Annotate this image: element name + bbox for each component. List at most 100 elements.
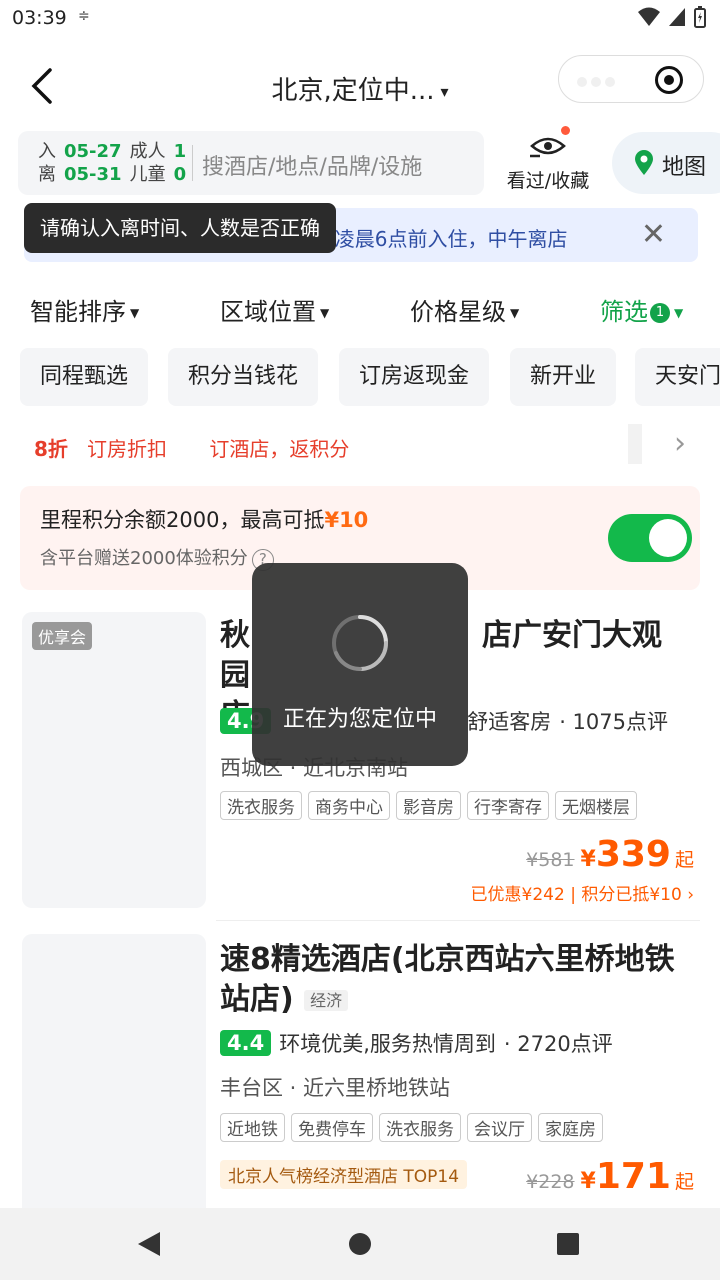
close-icon[interactable]: ✕ (641, 220, 666, 250)
city-title[interactable]: 北京,定位中... ▾ (200, 70, 520, 107)
android-nav-bar (0, 1208, 720, 1280)
promo-fade (628, 424, 642, 464)
chip-cashback[interactable]: 订房返现金 (339, 348, 490, 406)
price-from-label: 起 (674, 849, 694, 871)
amenity-tag: 商务中心 (308, 791, 390, 820)
filter-bar: 智能排序 ▼ 区域位置 ▼ 价格星级 ▼ 筛选 1 ▼ (0, 286, 720, 336)
hotel-rating-row: 4.4 环境优美,服务热情周到 · 2720点评 (220, 1028, 613, 1058)
checkin-label: 入 (38, 141, 56, 162)
caret-down-icon: ▼ (510, 306, 520, 320)
status-time: 03:39 (12, 7, 67, 29)
amenity-tag: 行李寄存 (467, 791, 549, 820)
hotel-amenities: 洗衣服务 商务中心 影音房 行李寄存 无烟楼层 (220, 791, 637, 820)
caret-down-icon: ▼ (320, 306, 330, 320)
close-target-icon[interactable] (655, 66, 683, 94)
currency-symbol: ¥ (580, 847, 596, 872)
chevron-right-icon[interactable]: › (674, 426, 686, 461)
signal-icon (669, 8, 685, 26)
amenity-tag: 免费停车 (291, 1113, 373, 1142)
card-divider (216, 920, 700, 921)
date-confirm-tooltip: 请确认入离时间、人数是否正确 (24, 203, 336, 253)
filter-sort[interactable]: 智能排序 ▼ (30, 292, 139, 327)
points-toggle[interactable] (608, 514, 692, 562)
checkout-label: 离 (38, 164, 56, 185)
rating-score: 4.4 (220, 1030, 272, 1056)
loading-spinner-icon (332, 615, 388, 671)
data-saver-icon: ≑ (78, 8, 90, 24)
battery-icon (694, 6, 706, 28)
amenity-tag: 洗衣服务 (220, 791, 302, 820)
mini-program-capsule[interactable] (558, 55, 704, 103)
more-icon[interactable] (577, 72, 627, 87)
viewed-favorites-button[interactable]: 看过/收藏 (498, 126, 598, 193)
member-tag: 优享会 (32, 622, 93, 650)
filter-area[interactable]: 区域位置 ▼ (220, 292, 329, 327)
chip-tiananmen[interactable]: 天安门 (635, 348, 720, 406)
points-balance-text: 里程积分余额2000，最高可抵 (40, 508, 325, 532)
hotel-category-tag: 经济 (304, 989, 349, 1011)
promo-discount: 8折 (34, 437, 68, 461)
date-guest-selector[interactable]: 入 05-27 成人 1 离 05-31 儿童 0 (38, 140, 186, 186)
amenity-tag: 家庭房 (538, 1113, 603, 1142)
points-note: 含平台赠送2000体验积分? (40, 544, 274, 571)
points-max-amount: ¥10 (324, 508, 369, 532)
hotel-amenities: 近地铁 免费停车 洗衣服务 会议厅 家庭房 (220, 1113, 603, 1142)
viewed-label: 看过/收藏 (506, 170, 590, 192)
review-count: · 2720点评 (503, 1032, 613, 1056)
nav-recents-icon[interactable] (556, 1230, 580, 1258)
promo-discount-label: 订房折扣 (87, 437, 167, 461)
points-balance: 里程积分余额2000，最高可抵¥10 (40, 504, 368, 534)
review-highlight: 舒适客房 (467, 710, 552, 734)
search-divider (192, 145, 193, 181)
hotel-image[interactable] (22, 934, 206, 1224)
currency-symbol: ¥ (580, 1169, 596, 1194)
review-highlight: 环境优美,服务热情周到 (279, 1032, 496, 1056)
filter-price-label: 价格星级 (410, 298, 506, 326)
city-title-text: 北京,定位中... (271, 76, 435, 106)
hotel-name[interactable]: 速8精选酒店(北京西站六里桥地铁 站店) 经济 (220, 940, 690, 1021)
notification-dot (561, 126, 570, 135)
hotel-price: ¥228 ¥171 起 (526, 1156, 694, 1197)
wifi-icon (638, 7, 660, 26)
discount-info[interactable]: 已优惠¥242 | 积分已抵¥10 › (471, 880, 694, 905)
filter-count-badge: 1 (650, 303, 670, 323)
caret-down-icon: ▼ (674, 306, 684, 320)
search-box[interactable]: 入 05-27 成人 1 离 05-31 儿童 0 搜酒店/地点/品牌/设施 (18, 131, 484, 195)
amenity-tag: 会议厅 (467, 1113, 532, 1142)
checkin-date: 05-27 (64, 141, 122, 162)
filter-more[interactable]: 筛选 1 ▼ (600, 292, 683, 327)
filter-area-label: 区域位置 (220, 298, 316, 326)
map-button[interactable]: 地图 (612, 132, 720, 194)
current-price: 171 (595, 1156, 671, 1197)
hotel-image[interactable] (22, 612, 206, 908)
caret-down-icon: ▼ (130, 306, 140, 320)
nav-home-icon[interactable] (348, 1230, 372, 1258)
amenity-tag: 影音房 (396, 791, 461, 820)
amenity-tag: 洗衣服务 (379, 1113, 461, 1142)
original-price: ¥581 (526, 849, 575, 871)
hotel-name-left: 秋 (220, 618, 250, 653)
filter-sort-label: 智能排序 (30, 298, 126, 326)
chip-tongcheng-select[interactable]: 同程甄选 (20, 348, 149, 406)
promo-row[interactable]: 8折 订房折扣 订酒店，返积分 (34, 433, 385, 462)
checkout-date: 05-31 (64, 164, 122, 185)
back-button[interactable] (26, 66, 66, 110)
location-pin-icon (635, 150, 653, 175)
nav-back-icon[interactable] (136, 1230, 162, 1258)
current-price: 339 (595, 834, 671, 875)
price-from-label: 起 (674, 1171, 694, 1193)
chip-points-as-cash[interactable]: 积分当钱花 (168, 348, 319, 406)
filter-price-star[interactable]: 价格星级 ▼ (410, 292, 519, 327)
chip-new-open[interactable]: 新开业 (510, 348, 617, 406)
hotel-price: ¥581 ¥339 起 (526, 834, 694, 875)
toast-message: 正在为您定位中 (282, 707, 437, 732)
loading-toast: 正在为您定位中 (252, 563, 468, 766)
filter-more-label: 筛选 (600, 298, 648, 326)
promo-points-label: 订酒店，返积分 (209, 437, 350, 461)
child-label: 儿童 (129, 164, 166, 185)
chevron-left-icon (31, 68, 52, 104)
hotel-location: 丰台区 · 近六里桥地铁站 (220, 1076, 451, 1100)
ranking-badge[interactable]: 北京人气榜经济型酒店 TOP14 (220, 1160, 468, 1189)
search-input[interactable]: 搜酒店/地点/品牌/设施 (202, 149, 422, 181)
map-label: 地图 (662, 155, 707, 180)
